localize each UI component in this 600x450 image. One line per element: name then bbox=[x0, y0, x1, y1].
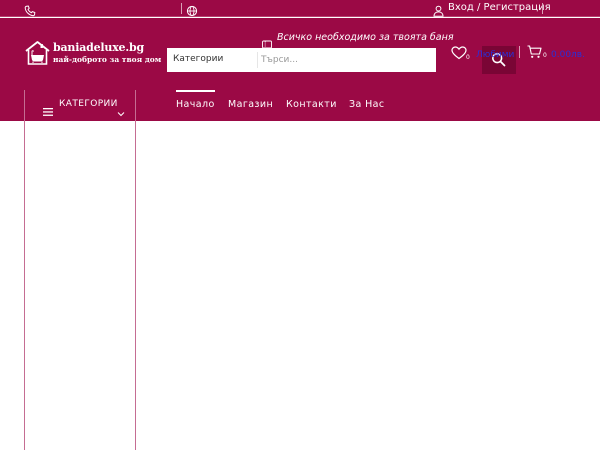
chevron-down-icon bbox=[117, 102, 125, 117]
categories-label: КАТЕГОРИИ bbox=[59, 99, 118, 109]
ticket-icon bbox=[262, 34, 272, 49]
house-logo-icon bbox=[24, 40, 51, 66]
categories-menu-button[interactable]: КАТЕГОРИИ bbox=[24, 90, 136, 121]
cart-total: 0.00лв. bbox=[551, 50, 585, 60]
topbar-divider bbox=[542, 3, 543, 14]
login-register-link[interactable]: Вход / Регистрация bbox=[448, 1, 551, 15]
promo-text: Всичко необходимо за твоята баня bbox=[277, 32, 454, 43]
search-divider bbox=[257, 52, 258, 68]
wishlist-label: Любими bbox=[476, 50, 515, 60]
nav-about[interactable]: За Нас bbox=[349, 99, 385, 110]
cart-link[interactable]: 0 0.00лв. bbox=[527, 44, 597, 64]
nav-shop[interactable]: Магазин bbox=[228, 99, 273, 110]
search-category-select[interactable]: Категории bbox=[173, 54, 223, 64]
topbar-divider bbox=[181, 3, 182, 14]
globe-icon[interactable] bbox=[186, 2, 198, 17]
logo-brand-name: baniadeluxe.bg bbox=[53, 41, 144, 54]
heart-icon bbox=[451, 45, 467, 60]
logo-tagline: най-доброто за твоя дом bbox=[53, 55, 162, 64]
cart-icon bbox=[527, 44, 542, 58]
header-divider bbox=[519, 46, 520, 58]
search-input[interactable] bbox=[261, 51, 431, 69]
main-navigation: КАТЕГОРИИ Начало Магазин Контакти За Нас bbox=[0, 90, 600, 121]
search-bar: Категории bbox=[167, 48, 436, 72]
site-logo[interactable]: baniadeluxe.bg най-доброто за твоя дом bbox=[24, 40, 161, 70]
header: baniadeluxe.bg най-доброто за твоя дом В… bbox=[0, 18, 600, 90]
top-bar: Вход / Регистрация bbox=[0, 0, 600, 17]
cart-count: 0 bbox=[543, 52, 547, 59]
user-icon[interactable] bbox=[433, 2, 444, 17]
nav-home[interactable]: Начало bbox=[176, 90, 215, 110]
phone-icon[interactable] bbox=[24, 2, 36, 17]
categories-panel bbox=[24, 121, 136, 450]
wishlist-link[interactable]: 0 Любими bbox=[451, 45, 521, 65]
nav-contacts[interactable]: Контакти bbox=[286, 99, 337, 110]
hamburger-icon bbox=[43, 101, 53, 116]
wishlist-count: 0 bbox=[466, 54, 470, 61]
